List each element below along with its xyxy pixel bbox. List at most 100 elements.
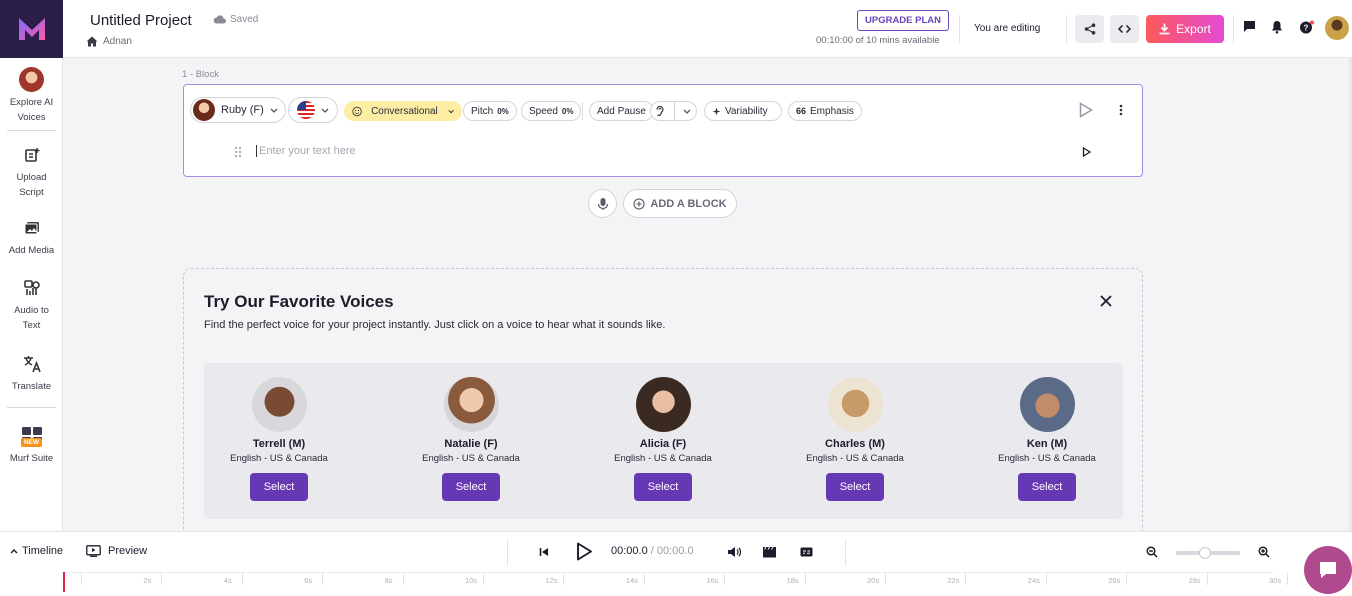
chevron-down-icon <box>448 109 454 113</box>
ruler-label: 24s <box>1027 576 1040 585</box>
speed-label: Speed <box>529 105 558 117</box>
sidebar-item-explore-voices[interactable]: Explore AI Voices <box>0 66 63 125</box>
drag-handle-icon[interactable] <box>234 146 242 158</box>
ruler-tick <box>804 573 806 585</box>
ruler-tick <box>885 573 886 585</box>
svg-text:?: ? <box>1304 24 1309 33</box>
ruler-tick <box>1287 573 1288 585</box>
select-voice-button[interactable]: Select <box>442 473 500 501</box>
volume-icon[interactable] <box>727 546 741 558</box>
language-selector[interactable] <box>288 97 338 123</box>
ruler-tick <box>402 573 404 585</box>
select-voice-button[interactable]: Select <box>250 473 308 501</box>
speed-control[interactable]: Speed 0% <box>521 101 582 121</box>
audio-to-text-icon <box>23 276 41 300</box>
ruler-tick <box>483 573 484 585</box>
emphasis-button[interactable]: 66 Emphasis <box>788 101 862 121</box>
voice-name: Charles (M) <box>825 438 885 450</box>
play-block-icon[interactable] <box>1079 102 1093 118</box>
export-button[interactable]: Export <box>1146 15 1224 43</box>
saved-label: Saved <box>230 14 259 25</box>
add-pause-label: Add Pause <box>597 105 646 117</box>
voice-card-ken[interactable]: Ken (M) English - US & Canada Select <box>972 377 1122 501</box>
sidebar-item-translate[interactable]: Translate <box>0 352 63 394</box>
timeline-label: Timeline <box>22 545 64 557</box>
header-divider <box>1066 15 1067 43</box>
favorites-title: Try Our Favorite Voices <box>204 292 394 311</box>
comment-icon[interactable] <box>1243 20 1256 33</box>
play-icon[interactable] <box>576 542 593 561</box>
sidebar-item-audio-to-text[interactable]: Audio to Text <box>0 276 63 333</box>
zoom-slider-handle[interactable] <box>1199 547 1211 559</box>
zoom-out-icon[interactable] <box>1146 546 1158 558</box>
close-icon[interactable] <box>1100 295 1112 307</box>
murf-logo[interactable] <box>0 0 63 58</box>
select-voice-button[interactable]: Select <box>634 473 692 501</box>
script-text-input[interactable]: Enter your text here <box>256 145 356 157</box>
project-title[interactable]: Untitled Project <box>90 12 192 29</box>
user-avatar[interactable] <box>1325 16 1349 40</box>
download-icon <box>1159 23 1170 35</box>
bell-icon[interactable] <box>1271 20 1283 34</box>
emphasis-label: Emphasis <box>810 105 854 117</box>
preview-label: Preview <box>108 545 148 557</box>
select-voice-button[interactable]: Select <box>826 473 884 501</box>
add-block-label: ADD A BLOCK <box>650 197 727 210</box>
timeline-toggle[interactable]: Timeline <box>10 545 63 557</box>
sidebar-item-add-media[interactable]: Add Media <box>0 216 63 258</box>
captions-icon[interactable] <box>800 547 813 557</box>
ruler-tick <box>643 573 645 585</box>
voice-card-charles[interactable]: Charles (M) English - US & Canada Select <box>780 377 930 501</box>
sidebar-item-upload-script[interactable]: Upload Script <box>0 143 63 200</box>
help-icon[interactable]: ? <box>1299 20 1315 34</box>
add-block-button[interactable]: ADD A BLOCK <box>623 189 737 218</box>
time-current: 00:00.0 <box>611 545 648 557</box>
add-pause-button[interactable]: Add Pause <box>589 101 654 121</box>
sidebar-item-label: Audio to Text <box>14 305 49 331</box>
us-flag-icon <box>297 101 315 119</box>
select-voice-button[interactable]: Select <box>1018 473 1076 501</box>
variability-button[interactable]: Variability <box>704 101 782 121</box>
embed-button[interactable] <box>1110 15 1139 43</box>
voice-language: English - US & Canada <box>230 453 328 464</box>
toolbar-divider <box>582 102 583 120</box>
saved-status: Saved <box>213 14 258 25</box>
play-line-icon[interactable] <box>1082 147 1091 157</box>
cloud-icon <box>213 15 226 24</box>
clapperboard-icon[interactable] <box>762 546 777 558</box>
pitch-control[interactable]: Pitch 0% <box>463 101 517 121</box>
ruler-label: 14s <box>625 576 638 585</box>
voice-selector[interactable]: Ruby (F) <box>190 97 286 123</box>
voice-card-natalie[interactable]: Natalie (F) English - US & Canada Select <box>396 377 546 501</box>
breadcrumb[interactable]: Adnan <box>86 36 132 47</box>
pitch-label: Pitch <box>471 105 494 117</box>
share-button[interactable] <box>1075 15 1104 43</box>
style-selector[interactable]: Conversational <box>344 101 462 121</box>
voice-card-alicia[interactable]: Alicia (F) English - US & Canada Select <box>588 377 738 501</box>
sidebar-item-label: Upload Script <box>16 172 47 198</box>
voice-language: English - US & Canada <box>422 453 520 464</box>
voice-name: Terrell (M) <box>252 438 306 450</box>
quote-icon: 66 <box>796 106 807 116</box>
pronunciation-control[interactable] <box>650 101 697 121</box>
voice-record-button[interactable] <box>588 189 617 218</box>
sidebar-divider <box>7 130 56 131</box>
bottom-divider <box>507 540 508 566</box>
timeline-ruler[interactable]: 2s 4s 6s 8s 10s 12s 14s 16s 18s 20s 22s 24s 26s 28s 30… <box>63 572 1288 596</box>
more-options-icon[interactable] <box>1119 104 1123 116</box>
zoom-in-icon[interactable] <box>1258 546 1270 558</box>
voice-avatar <box>193 99 215 121</box>
variability-label: Variability <box>725 105 768 117</box>
voice-name: Ken (M) <box>1026 438 1068 450</box>
code-icon <box>1118 24 1131 34</box>
ruler-label: 26s <box>1108 576 1121 585</box>
playhead[interactable] <box>63 572 65 592</box>
upgrade-plan-button[interactable]: UPGRADE PLAN <box>857 10 950 31</box>
skip-back-icon[interactable] <box>539 547 549 557</box>
chat-support-button[interactable] <box>1304 546 1352 594</box>
sparkle-icon <box>712 107 721 115</box>
voice-card-terrell[interactable]: Terrell (M) English - US & Canada Select <box>204 377 354 501</box>
mic-icon <box>597 197 608 210</box>
preview-button[interactable]: Preview <box>86 545 147 557</box>
voice-avatar <box>251 377 307 432</box>
